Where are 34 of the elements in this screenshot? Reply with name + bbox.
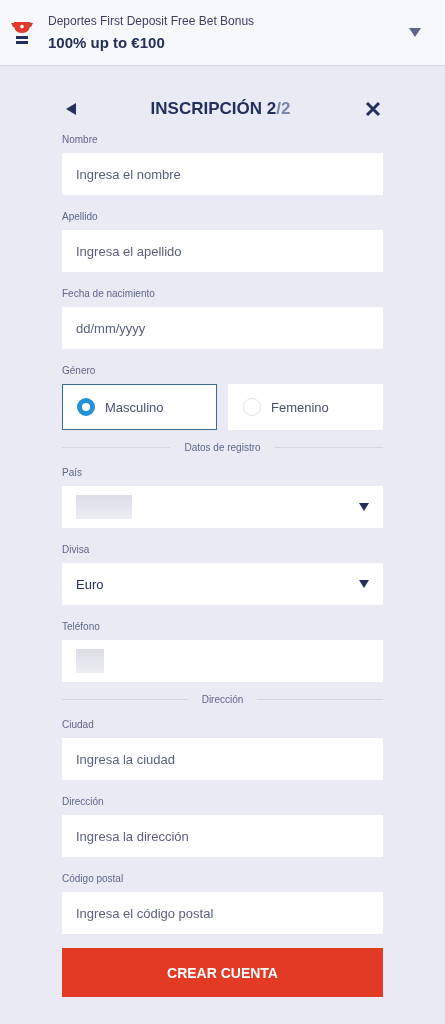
input-field[interactable]: Ingresa la ciudad: [62, 738, 383, 780]
input-field[interactable]: Ingresa el nombre: [62, 153, 383, 195]
input-field[interactable]: Ingresa el código postal: [62, 892, 383, 934]
input-field[interactable]: Ingresa la dirección: [62, 815, 383, 857]
field-label: Divisa: [62, 544, 91, 556]
field-label: Fecha de nacimiento: [62, 288, 156, 300]
field-label: Apellido: [62, 211, 99, 223]
section-heading: Dirección: [201, 694, 244, 705]
page-title: INSCRIPCIÓN 2/2: [150, 99, 291, 119]
trophy-icon: [11, 20, 33, 45]
section-heading: Datos de registro: [184, 442, 261, 453]
field-label: Nombre: [62, 134, 99, 146]
field-label: Teléfono: [62, 621, 101, 633]
caret-icon: [359, 503, 369, 511]
promo-banner[interactable]: Deportes First Deposit Free Bet Bonus 100% up to €100: [0, 0, 445, 66]
field-label: Dirección: [62, 796, 105, 808]
field-label: Código postal: [62, 873, 125, 885]
select-field[interactable]: [62, 486, 383, 528]
close-icon[interactable]: [365, 101, 381, 117]
caret-icon[interactable]: [409, 28, 421, 37]
radio-option[interactable]: Masculino: [62, 384, 217, 430]
back-icon[interactable]: [66, 103, 76, 115]
caret-icon: [359, 580, 369, 588]
field-label: Género: [62, 365, 97, 377]
input-field[interactable]: dd/mm/yyyy: [62, 307, 383, 349]
create-account-button[interactable]: CREAR CUENTA: [62, 948, 383, 997]
promo-title: Deportes First Deposit Free Bet Bonus: [48, 14, 256, 28]
field-label: Ciudad: [62, 719, 95, 731]
promo-offer: 100% up to €100: [48, 34, 166, 51]
input-field[interactable]: [62, 640, 383, 682]
select-field[interactable]: Euro: [62, 563, 383, 605]
radio-option[interactable]: Femenino: [228, 384, 383, 430]
input-field[interactable]: Ingresa el apellido: [62, 230, 383, 272]
field-label: País: [62, 467, 83, 479]
